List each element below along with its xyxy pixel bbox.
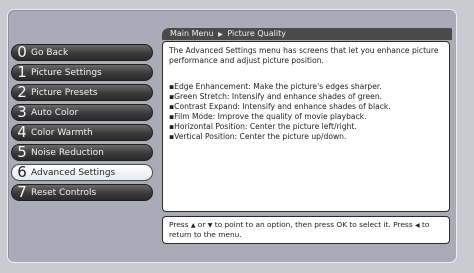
menu-item-label: Picture Presets	[31, 87, 98, 98]
breadcrumb-current: Picture Quality	[227, 29, 286, 38]
menu-item-reset-controls[interactable]: 7 Reset Controls	[11, 184, 153, 201]
menu-item-label: Picture Settings	[31, 67, 102, 78]
menu-item-label: Color Warmth	[31, 127, 93, 138]
menu-item-noise-reduction[interactable]: 5 Noise Reduction	[11, 144, 153, 161]
menu-item-label: Noise Reduction	[31, 147, 104, 158]
list-item: ▪Green Stretch: Intensify and enhance sh…	[169, 92, 383, 101]
up-arrow-icon: ▲	[190, 222, 196, 229]
menu-item-number: 2	[17, 83, 27, 101]
feature-list: ▪Edge Enhancement: Make the picture's ed…	[169, 82, 443, 142]
menu-item-number: 6	[17, 163, 27, 181]
help-text-or: or	[197, 220, 206, 229]
list-item: ▪Contrast Expand: Intensify and enhance …	[169, 102, 391, 111]
help-text-instruction: to point to an option, then press OK to …	[214, 220, 413, 229]
left-arrow-icon: ◀	[414, 222, 420, 229]
menu-item-advanced-settings[interactable]: 6 Advanced Settings	[11, 164, 153, 181]
description-intro: The Advanced Settings menu has screens t…	[169, 46, 439, 65]
menu-item-picture-presets[interactable]: 2 Picture Presets	[11, 84, 153, 101]
list-item: ▪Horizontal Position: Center the picture…	[169, 122, 357, 131]
menu-item-number: 0	[17, 43, 27, 61]
list-item: ▪Vertical Position: Center the picture u…	[169, 132, 347, 141]
list-item: ▪Edge Enhancement: Make the picture's ed…	[169, 82, 382, 91]
menu-item-picture-settings[interactable]: 1 Picture Settings	[11, 64, 153, 81]
list-item: ▪Film Mode: Improve the quality of movie…	[169, 112, 367, 121]
down-arrow-icon: ▼	[207, 222, 213, 229]
menu-item-auto-color[interactable]: 3 Auto Color	[11, 104, 153, 121]
menu-item-label: Advanced Settings	[31, 167, 116, 178]
menu-item-number: 1	[17, 63, 27, 81]
breadcrumb-separator-icon: ▶	[218, 31, 223, 38]
menu-item-number: 3	[17, 103, 27, 121]
menu-item-number: 4	[17, 123, 27, 141]
menu-item-label: Go Back	[31, 47, 69, 58]
menu-item-go-back[interactable]: 0 Go Back	[11, 44, 153, 61]
breadcrumb: Main Menu ▶ Picture Quality	[162, 28, 452, 40]
help-text-press: Press	[169, 220, 189, 229]
help-text-box: Press ▲ or ▼ to point to an option, then…	[162, 216, 450, 244]
menu-item-color-warmth[interactable]: 4 Color Warmth	[11, 124, 153, 141]
menu-item-label: Reset Controls	[31, 187, 97, 198]
description-box: The Advanced Settings menu has screens t…	[162, 41, 450, 212]
menu-item-number: 5	[17, 143, 27, 161]
menu-item-number: 7	[17, 183, 27, 201]
breadcrumb-parent: Main Menu	[170, 29, 214, 38]
menu-item-label: Auto Color	[31, 107, 79, 118]
